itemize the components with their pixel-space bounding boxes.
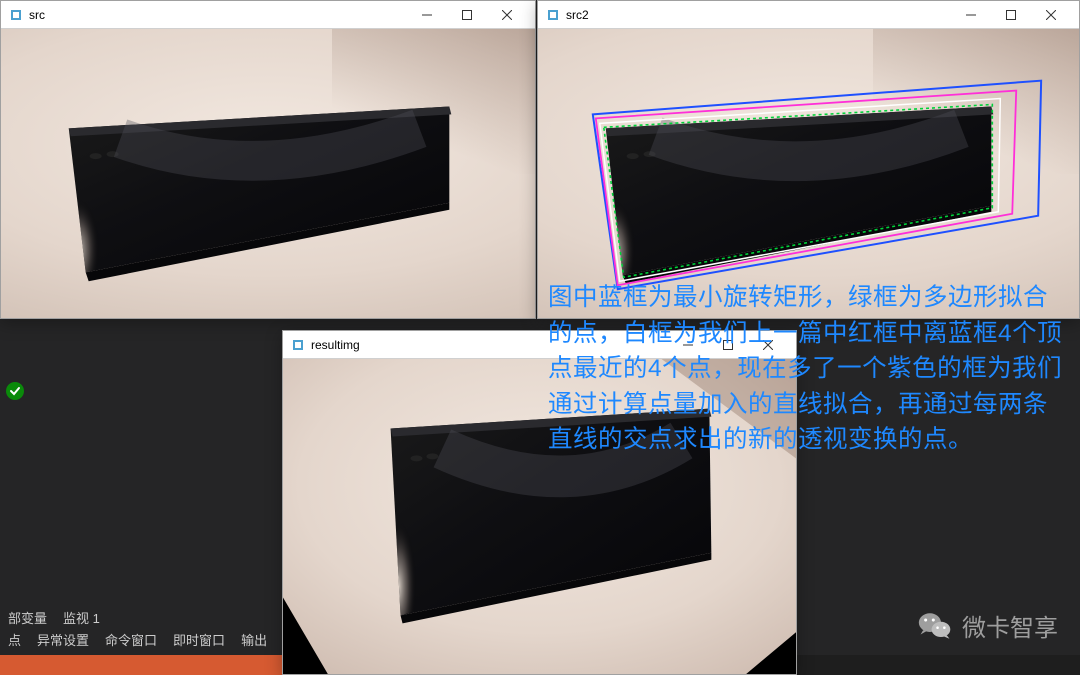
minimize-button[interactable] [407,1,447,29]
image-viewport-src2 [538,29,1079,318]
window-title: src [29,8,407,22]
annotation-text: 图中蓝框为最小旋转矩形，绿框为多边形拟合的点，白框为我们上一篇中红框中离蓝框4个… [548,280,1072,458]
window-src: src [0,0,536,319]
app-icon [546,8,560,22]
tab-breakpoints[interactable]: 点 [0,626,29,653]
titlebar-src[interactable]: src [1,1,535,29]
tab-exception-settings[interactable]: 异常设置 [29,626,97,653]
photo-scene [538,29,1079,318]
tab-output[interactable]: 输出 [233,626,275,653]
tab-immediate-window[interactable]: 即时窗口 [165,626,233,653]
window-title: src2 [566,8,951,22]
window-controls [951,1,1071,29]
photo-scene [1,29,535,318]
wechat-icon [918,609,952,643]
maximize-button[interactable] [991,1,1031,29]
build-success-icon [6,382,24,400]
brand-name: 微卡智享 [962,608,1058,643]
window-controls [407,1,527,29]
ide-debug-tabs-row2: 点 异常设置 命令窗口 即时窗口 输出 [0,626,275,653]
maximize-button[interactable] [447,1,487,29]
close-button[interactable] [487,1,527,29]
app-icon [291,338,305,352]
image-viewport-src [1,29,535,318]
titlebar-src2[interactable]: src2 [538,1,1079,29]
window-src2: src2 [537,0,1080,319]
wechat-brand: 微卡智享 [918,608,1058,643]
minimize-button[interactable] [951,1,991,29]
close-button[interactable] [1031,1,1071,29]
app-icon [9,8,23,22]
tab-command-window[interactable]: 命令窗口 [97,626,165,653]
